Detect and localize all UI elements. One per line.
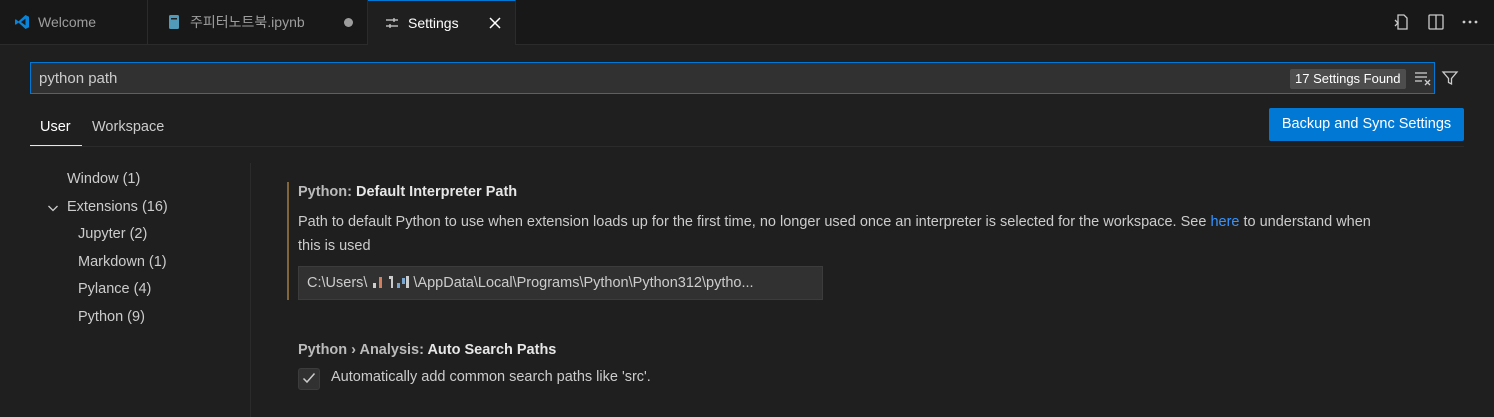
clear-filter-icon[interactable] [1414,70,1432,86]
backup-and-sync-button[interactable]: Backup and Sync Settings [1269,108,1464,141]
toc-item-extensions[interactable]: Extensions (16) [67,199,168,215]
filter-icon[interactable] [1441,69,1459,87]
here-link[interactable]: here [1210,214,1239,230]
modified-setting-marker [287,182,289,300]
toc-item-markdown[interactable]: Markdown (1) [78,254,167,270]
redacted-username [369,268,411,288]
vscode-logo-icon [14,14,30,30]
checkmark-icon [301,370,317,389]
tab-label: Welcome [38,14,97,30]
notebook-icon [166,14,182,30]
tab-label: Settings [408,15,459,31]
editor-tab-bar: Welcome 주피터노트북.ipynb Settings [0,0,1494,45]
more-actions-icon[interactable] [1460,12,1480,32]
toc-item-jupyter[interactable]: Jupyter (2) [78,226,147,242]
tab-user-settings[interactable]: User [40,119,71,135]
unsaved-dot-icon[interactable] [344,17,353,27]
default-interpreter-path-input[interactable]: C:\Users\ \AppData\Local\Programs\Python… [298,266,823,300]
split-editor-icon[interactable] [1426,12,1446,32]
search-result-count-badge: 17 Settings Found [1290,69,1406,89]
close-icon[interactable] [487,15,503,31]
setting-title-default-interpreter-path: Python: Default Interpreter Path [298,184,517,200]
settings-search-input[interactable] [39,68,1239,88]
setting-category: Python: [298,184,356,200]
setting-name: Auto Search Paths [427,342,557,358]
setting-title-auto-search-paths: Python › Analysis: Auto Search Paths [298,342,556,358]
tab-label: 주피터노트북.ipynb [190,14,305,30]
toc-item-window[interactable]: Window (1) [67,171,140,187]
setting-name: Default Interpreter Path [356,184,518,200]
toc-item-python[interactable]: Python (9) [78,309,145,325]
auto-search-paths-checkbox[interactable] [298,368,320,390]
settings-search-box: 17 Settings Found [30,62,1459,94]
tab-settings[interactable]: Settings [368,0,516,45]
tab-welcome[interactable]: Welcome [0,0,148,44]
scope-divider [30,146,1464,147]
open-settings-json-icon[interactable] [1392,12,1412,32]
tab-workspace-settings[interactable]: Workspace [92,119,164,135]
path-prefix: C:\Users\ [307,275,368,291]
chevron-down-icon[interactable] [47,201,59,213]
path-suffix: \AppData\Local\Programs\Python\Python312… [413,275,754,291]
settings-sliders-icon [384,15,400,31]
toc-item-pylance[interactable]: Pylance (4) [78,281,151,297]
tab-notebook[interactable]: 주피터노트북.ipynb [148,0,368,44]
checkbox-label: Automatically add common search paths li… [331,369,651,385]
editor-actions [1392,12,1480,32]
toc-divider [250,163,251,417]
setting-category: Python › Analysis: [298,342,428,358]
setting-description: Path to default Python to use when exten… [298,210,1388,258]
description-text: Path to default Python to use when exten… [298,214,1211,230]
